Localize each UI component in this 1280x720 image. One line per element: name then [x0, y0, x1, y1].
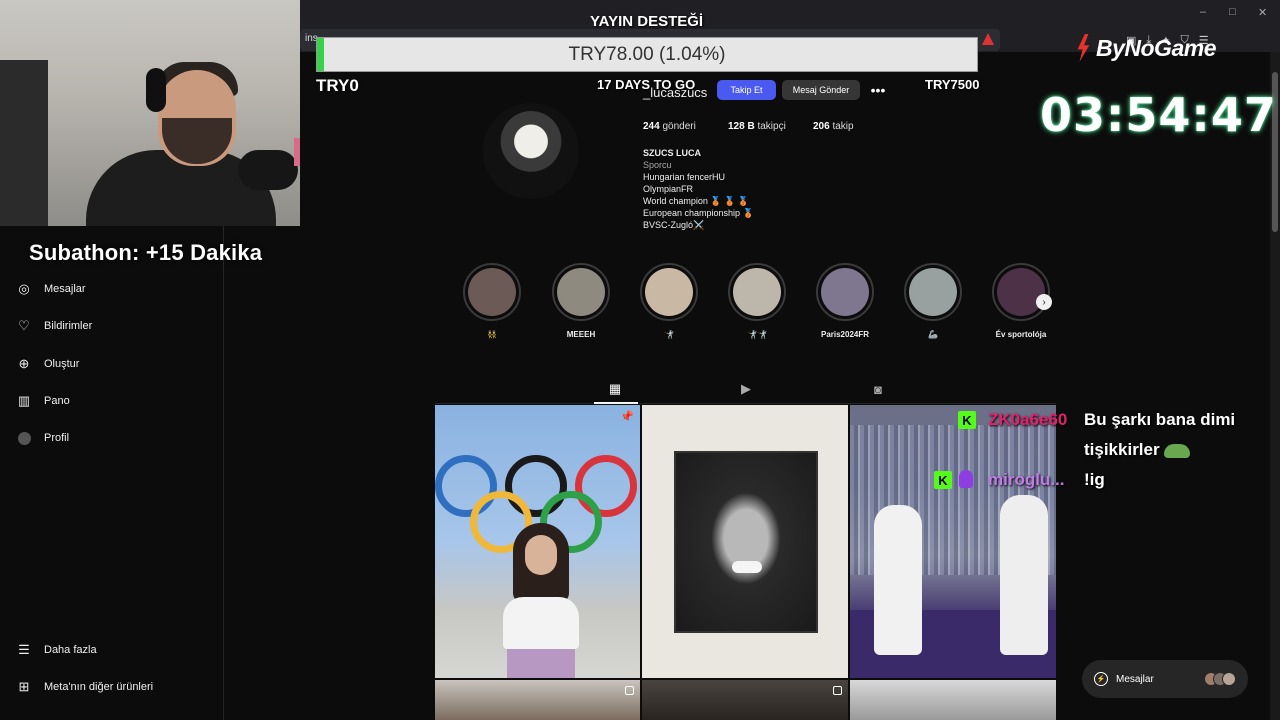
- highlight-item[interactable]: 👯: [462, 263, 522, 339]
- post-thumbnail[interactable]: [435, 680, 640, 720]
- sidebar-item-label: Pano: [44, 395, 70, 407]
- carousel-icon: [625, 686, 634, 695]
- highlight-item[interactable]: MEEEH: [551, 263, 611, 339]
- sidebar-item-profile[interactable]: Profil: [16, 430, 69, 446]
- profile-avatar[interactable]: [483, 103, 579, 199]
- chat-message: tişikkirler: [1084, 440, 1190, 460]
- subathon-timer: 03:54:47: [1040, 88, 1277, 142]
- subathon-label: Subathon: +15 Dakika: [29, 240, 263, 265]
- highlight-item[interactable]: 🦾: [903, 263, 963, 339]
- highlight-item[interactable]: 🤺🤺: [727, 263, 787, 339]
- sidebar-item-label: Profil: [44, 432, 70, 444]
- chat-message: !ig: [1084, 470, 1105, 489]
- scrollbar[interactable]: [1270, 52, 1280, 720]
- menu-icon: ☰: [18, 642, 30, 657]
- messages-floating-button[interactable]: ⚡ Mesajlar: [1082, 660, 1248, 698]
- following-count[interactable]: 206 takip: [813, 121, 854, 132]
- chat-username: ZK0a6e60: [988, 410, 1068, 429]
- carousel-icon: [833, 686, 842, 695]
- sidebar-item-label: Meta'nın diğer ürünleri: [44, 681, 154, 693]
- meta-products-icon: ⊞: [18, 679, 30, 694]
- bolt-icon: [1077, 34, 1090, 62]
- sidebar-item-messages[interactable]: ◎ Mesajlar: [16, 281, 86, 297]
- vip-badge-icon: [959, 470, 973, 488]
- donation-title: YAYIN DESTEĞİ: [590, 13, 704, 30]
- pin-icon: 📌: [620, 411, 634, 423]
- posts-count: 244 gönderi: [643, 121, 696, 132]
- bio-line: World champion 🥉 🥉 🥉: [643, 196, 749, 206]
- sidebar-item-create[interactable]: ⊕ Oluştur: [16, 356, 80, 372]
- messages-label: Mesajlar: [1116, 673, 1154, 685]
- messenger-icon: ◎: [18, 281, 30, 296]
- sidebar-item-notifications[interactable]: ♡ Bildirimler: [16, 318, 92, 334]
- sidebar-item-dashboard[interactable]: ▥ Pano: [16, 393, 70, 409]
- streamer-webcam: [0, 0, 300, 226]
- bio-line: Hungarian fencerHU: [643, 172, 726, 182]
- kick-badge-icon: K: [958, 411, 976, 429]
- heart-icon: ♡: [18, 318, 30, 333]
- highlight-item[interactable]: Paris2024FR: [815, 263, 875, 339]
- highlight-item[interactable]: 🤺: [639, 263, 699, 339]
- post-thumbnail[interactable]: 📌: [435, 405, 640, 678]
- donation-min: TRY0: [316, 76, 359, 95]
- message-button[interactable]: Mesaj Gönder: [782, 80, 860, 100]
- post-thumbnail[interactable]: [642, 405, 848, 678]
- sidebar-item-label: Mesajlar: [44, 283, 86, 295]
- bio-name: SZUCS LUCA: [643, 148, 701, 158]
- donation-progress-bar: TRY78.00 (1.04%): [316, 37, 978, 72]
- grid-icon[interactable]: ▦: [607, 381, 623, 397]
- follow-button[interactable]: Takip Et: [717, 80, 776, 100]
- bio-line: European championship 🥉: [643, 208, 754, 218]
- kick-badge-icon: K: [934, 471, 952, 489]
- close-icon[interactable]: ✕: [1258, 6, 1267, 19]
- donation-amount: TRY78.00 (1.04%): [568, 43, 726, 65]
- chat-username: miroglu...: [988, 470, 1065, 489]
- bio-category: Sporcu: [643, 160, 672, 170]
- post-thumbnail[interactable]: [850, 680, 1056, 720]
- sidebar-item-label: Oluştur: [44, 358, 80, 370]
- messenger-icon: ⚡: [1094, 672, 1108, 686]
- chat-message: Bu şarkı bana dimi: [1084, 410, 1236, 429]
- post-thumbnail[interactable]: [850, 405, 1056, 678]
- more-options-icon[interactable]: •••: [868, 80, 888, 100]
- reels-icon[interactable]: ▶: [738, 381, 754, 397]
- bio-line: BVSC-Zugló⚔️: [643, 220, 705, 230]
- chevron-right-icon[interactable]: ›: [1036, 294, 1052, 310]
- portrait-photo: [674, 451, 818, 633]
- sidebar-item-label: Bildirimler: [44, 320, 93, 332]
- active-tab-indicator: [594, 402, 638, 404]
- bio-line: OlympianFR: [643, 184, 694, 194]
- profile-avatar-icon: [16, 430, 32, 446]
- sidebar-item-meta[interactable]: ⊞ Meta'nın diğer ürünleri: [16, 679, 154, 695]
- athlete-figure: [503, 523, 579, 678]
- sidebar-item-more[interactable]: ☰ Daha fazla: [16, 642, 97, 658]
- followers-count[interactable]: 128 B takipçi: [728, 121, 786, 132]
- donation-days-left: 17 DAYS TO GO: [597, 77, 696, 92]
- bynogame-logo: ByNoGame: [1074, 34, 1216, 62]
- post-thumbnail[interactable]: [642, 680, 848, 720]
- tagged-icon[interactable]: ◙: [870, 381, 886, 397]
- maximize-icon[interactable]: □: [1229, 6, 1236, 18]
- donation-goal: TRY7500: [925, 77, 980, 92]
- minimize-icon[interactable]: –: [1200, 6, 1206, 18]
- dashboard-icon: ▥: [17, 393, 31, 408]
- avatars-stack: [1204, 672, 1236, 686]
- frog-emote-icon: [1163, 443, 1190, 458]
- sidebar-item-label: Daha fazla: [44, 644, 97, 656]
- tabs-divider: [435, 403, 1056, 404]
- profile-bio: SZUCS LUCA Sporcu Hungarian fencerHU Oly…: [643, 147, 754, 231]
- plus-square-icon: ⊕: [18, 356, 30, 371]
